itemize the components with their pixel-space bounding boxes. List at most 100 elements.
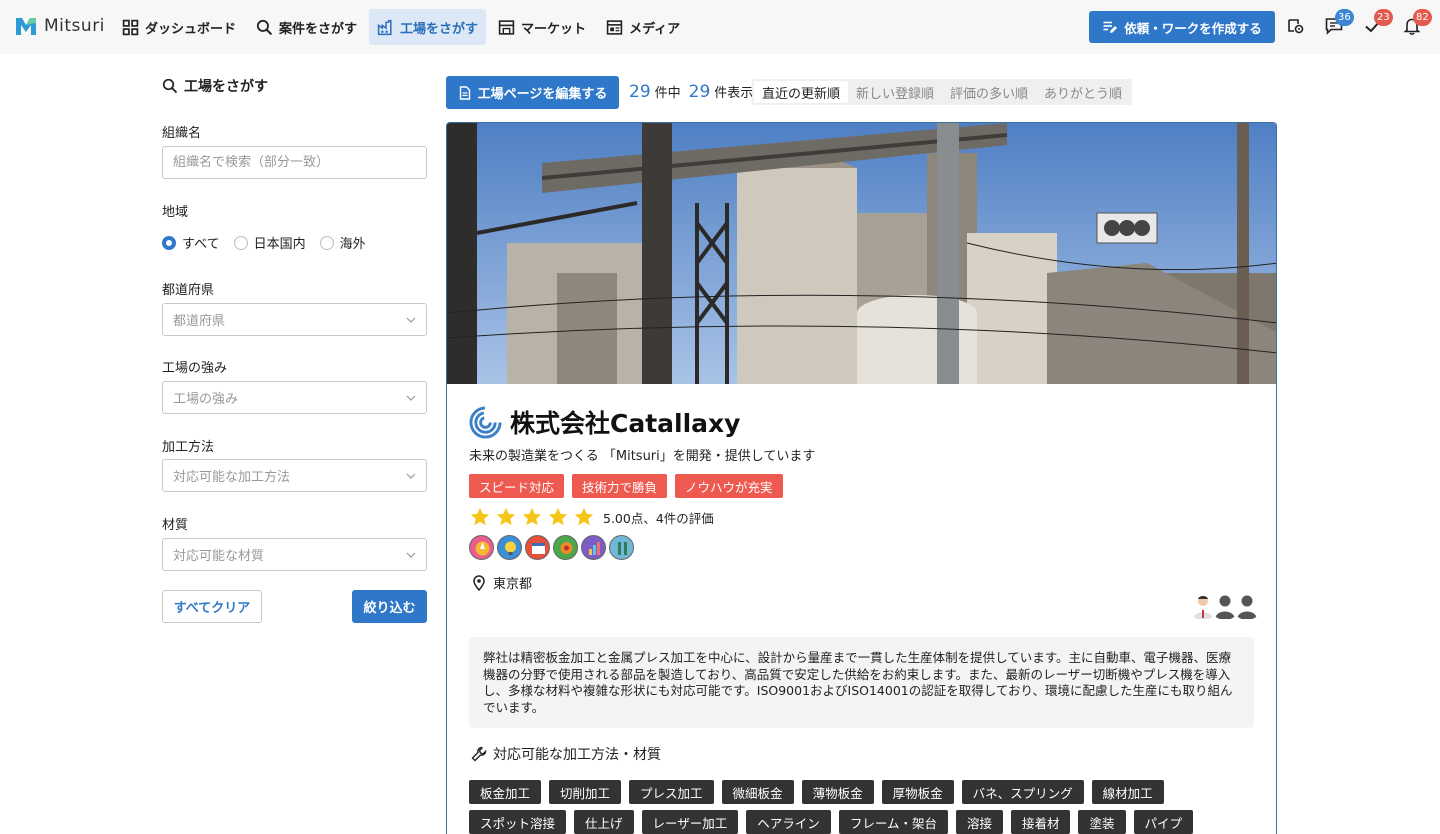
- user-gear-icon: [1288, 19, 1304, 34]
- chart-badge-icon[interactable]: [581, 535, 606, 560]
- material-label: 材質: [162, 518, 189, 533]
- strength-tag: スピード対応: [469, 474, 565, 498]
- org-search-input[interactable]: [173, 155, 416, 170]
- method-label: 加工方法: [162, 440, 215, 455]
- star-icon: [574, 507, 594, 526]
- factory-card[interactable]: 株式会社Catallaxy 未来の製造業をつくる 「Mitsuri」を開発・提供…: [446, 122, 1277, 834]
- mitsuri-logo-icon: [16, 18, 36, 35]
- chevron-down-icon: [406, 552, 416, 558]
- nav-label: ダッシュボード: [145, 21, 237, 37]
- factory-hero-image: [447, 123, 1276, 384]
- messages-badge: 36: [1335, 9, 1354, 26]
- region-radio-domestic[interactable]: 日本国内: [233, 233, 306, 252]
- region-radio-group: すべて 日本国内 海外: [162, 233, 366, 252]
- org-label: 組織名: [162, 126, 202, 141]
- capability-chip: プレス加工: [629, 780, 714, 804]
- user-settings-button[interactable]: [1286, 16, 1306, 36]
- edit-factory-page-button[interactable]: 工場ページを編集する: [446, 76, 619, 109]
- capability-chip: バネ、スプリング: [961, 780, 1084, 804]
- location-text: 東京都: [493, 577, 533, 592]
- radio-indicator: [162, 235, 176, 250]
- tasks-badge: 23: [1374, 9, 1393, 26]
- sort-most-reviews[interactable]: 評価の多い順: [942, 81, 1036, 103]
- capability-chip: 塗装: [1078, 810, 1126, 834]
- material-placeholder: 対応可能な材質: [173, 549, 265, 564]
- sort-tabs: 直近の更新順 新しい登録順 評価の多い順 ありがとう順: [752, 79, 1133, 105]
- capability-chip: 板金加工: [469, 780, 542, 804]
- sidebar-title: 工場をさがす: [162, 76, 427, 96]
- newspaper-icon: [606, 19, 623, 35]
- region-radio-all[interactable]: すべて: [162, 233, 220, 252]
- radio-label: 海外: [339, 237, 366, 252]
- capability-chip: 薄物板金: [801, 780, 874, 804]
- main-nav: ダッシュボード 案件をさがす 工場をさがす マーケット メディア: [114, 9, 688, 45]
- nav-search-factories[interactable]: 工場をさがす: [369, 9, 487, 45]
- edit-factory-page-label: 工場ページを編集する: [477, 87, 608, 102]
- clear-all-button[interactable]: すべてクリア: [162, 590, 262, 623]
- nav-label: 案件をさがす: [279, 21, 358, 37]
- flower-badge-icon[interactable]: [553, 535, 578, 560]
- radio-indicator: [233, 235, 248, 250]
- achievement-badges: [469, 535, 634, 560]
- strength-select[interactable]: 工場の強み: [162, 381, 427, 414]
- rating-text: 5.00点、4件の評価: [603, 510, 714, 526]
- star-icon: [548, 507, 568, 526]
- tasks-button[interactable]: 23: [1363, 9, 1393, 36]
- people-badge-icon[interactable]: [609, 535, 634, 560]
- app-logo[interactable]: Mitsuri: [14, 14, 105, 38]
- factory-icon: [377, 19, 392, 35]
- company-name[interactable]: 株式会社Catallaxy: [510, 404, 740, 440]
- capability-chip: 微細板金: [721, 780, 794, 804]
- logo-text: Mitsuri: [44, 16, 105, 36]
- capability-chip: スポット溶接: [469, 810, 567, 834]
- notifications-button[interactable]: 82: [1402, 9, 1432, 36]
- radio-label: 日本国内: [253, 237, 306, 252]
- nav-media[interactable]: メディア: [598, 9, 688, 45]
- messages-button[interactable]: 36: [1324, 9, 1354, 36]
- total-count: 29: [629, 82, 651, 102]
- nav-market[interactable]: マーケット: [490, 9, 594, 45]
- store-icon: [498, 19, 515, 35]
- top-nav-bar: Mitsuri ダッシュボード 案件をさがす 工場をさがす マーケット メディア…: [0, 0, 1440, 54]
- capability-chip: 接着材: [1010, 810, 1071, 834]
- radio-indicator: [319, 235, 334, 250]
- strength-tag: 技術力で勝負: [572, 474, 668, 498]
- chevron-down-icon: [406, 395, 416, 401]
- rocket-badge-icon[interactable]: [469, 535, 494, 560]
- pref-select[interactable]: 都道府県: [162, 303, 427, 336]
- region-radio-overseas[interactable]: 海外: [319, 233, 366, 252]
- star-icon: [496, 507, 516, 526]
- method-placeholder: 対応可能な加工方法: [173, 470, 291, 485]
- method-select[interactable]: 対応可能な加工方法: [162, 459, 427, 492]
- capability-chip: ヘアライン: [746, 810, 831, 834]
- capability-chip: パイプ: [1133, 810, 1194, 834]
- shown-count: 29: [688, 82, 711, 102]
- edit-list-icon: [1103, 21, 1118, 33]
- company-logo-icon: [469, 405, 502, 439]
- sort-newest[interactable]: 新しい登録順: [848, 81, 942, 103]
- filter-button[interactable]: 絞り込む: [352, 590, 427, 623]
- create-request-button[interactable]: 依頼・ワークを作成する: [1089, 11, 1275, 43]
- capability-chip: 切削加工: [549, 780, 622, 804]
- location: 東京都: [471, 573, 532, 592]
- company-description: 弊社は精密板金加工と金属プレス加工を中心に、設計から量産まで一貫した生産体制を提…: [469, 637, 1254, 728]
- material-select[interactable]: 対応可能な材質: [162, 538, 427, 571]
- pref-label: 都道府県: [162, 283, 215, 298]
- nav-search-projects[interactable]: 案件をさがす: [248, 9, 365, 45]
- radio-label: すべて: [182, 237, 220, 252]
- company-header: 株式会社Catallaxy: [469, 404, 740, 440]
- capability-chip: フレーム・架台: [838, 810, 948, 834]
- org-search-field[interactable]: [162, 146, 427, 179]
- pref-placeholder: 都道府県: [173, 314, 226, 329]
- nav-label: 工場をさがす: [400, 21, 479, 37]
- avatar[interactable]: [1232, 590, 1262, 620]
- capability-chip: 線材加工: [1091, 780, 1164, 804]
- sort-recent-update[interactable]: 直近の更新順: [754, 81, 849, 103]
- sort-thanks[interactable]: ありがとう順: [1036, 81, 1130, 103]
- chevron-down-icon: [406, 473, 416, 479]
- calendar-badge-icon[interactable]: [525, 535, 550, 560]
- nav-dashboard[interactable]: ダッシュボード: [114, 9, 244, 45]
- lightbulb-badge-icon[interactable]: [497, 535, 522, 560]
- strength-placeholder: 工場の強み: [173, 392, 239, 407]
- nav-label: マーケット: [521, 21, 587, 37]
